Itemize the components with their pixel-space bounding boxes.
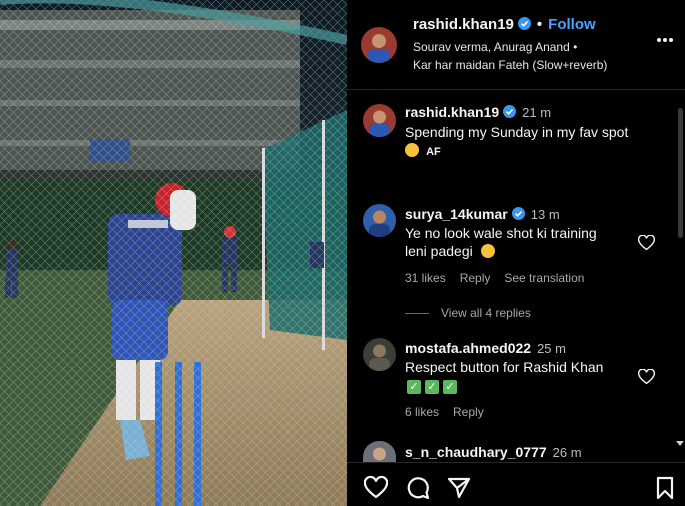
author-username[interactable]: rashid.khan19 [413,16,514,33]
bookmark-icon[interactable] [653,476,677,500]
commenter-avatar[interactable] [363,204,396,237]
caption-tag[interactable]: AF [426,146,441,158]
audio-track[interactable]: Kar har maidan Fateh (Slow+reverb) [413,58,607,72]
comment-time[interactable]: 25 m [537,341,566,356]
caption-username[interactable]: rashid.khan19 [405,104,499,120]
comment-username[interactable]: s_n_chaudhary_0777 [405,444,547,460]
comment-likes[interactable]: 31 likes [405,271,446,285]
post-video[interactable] [0,0,347,506]
verified-icon [503,105,517,118]
scroll-down-icon[interactable] [676,441,684,446]
heart-icon[interactable] [638,235,655,251]
comment-username[interactable]: mostafa.ahmed022 [405,340,531,356]
reply-button[interactable]: Reply [460,271,491,285]
cricket-nets-image [0,0,347,506]
comments-scrollbar[interactable] [678,108,683,238]
separator-dot: • [536,16,543,33]
comment-text: Respect button for Rashid Khan [405,359,604,375]
comment-time[interactable]: 13 m [531,207,560,222]
commenter-avatar[interactable] [363,441,396,462]
grin-emoji-icon [480,244,495,258]
check-emoji-icon: ✓ [425,380,439,394]
audio-artists[interactable]: Sourav verma, Anurag Anand • [413,40,577,54]
caption-text: Spending my Sunday in my fav spot [405,124,629,140]
caption-avatar[interactable] [363,104,396,137]
heart-icon[interactable] [638,369,655,385]
post-header: rashid.khan19 • Follow Sourav verma, Anura… [347,0,685,90]
comment-icon[interactable] [406,476,430,500]
comment-username[interactable]: surya_14kumar [405,206,508,222]
comment-text-line2: leni padegi [405,243,473,259]
share-icon[interactable] [447,476,471,500]
post-panel: rashid.khan19 • Follow Sourav verma, Anura… [347,0,685,506]
more-options-icon[interactable] [655,34,675,46]
commenter-avatar[interactable] [363,338,396,371]
author-avatar[interactable] [361,27,397,63]
comment-time[interactable]: 26 m [553,445,582,460]
heart-icon[interactable] [364,476,388,500]
check-emoji-icon: ✓ [443,380,457,394]
verified-icon [517,17,531,30]
grin-emoji-icon [405,143,419,157]
caption-time[interactable]: 21 m [522,105,551,120]
follow-button[interactable]: Follow [548,16,596,33]
comment-text: Ye no look wale shot ki training [405,225,597,241]
verified-icon [511,207,525,220]
action-bar [347,462,685,506]
check-emoji-icon: ✓ [407,380,421,394]
comment-likes[interactable]: 6 likes [405,405,439,419]
reply-button[interactable]: Reply [453,405,484,419]
replies-line [405,313,429,314]
view-replies-button[interactable]: View all 4 replies [441,306,531,320]
see-translation-button[interactable]: See translation [504,271,584,285]
